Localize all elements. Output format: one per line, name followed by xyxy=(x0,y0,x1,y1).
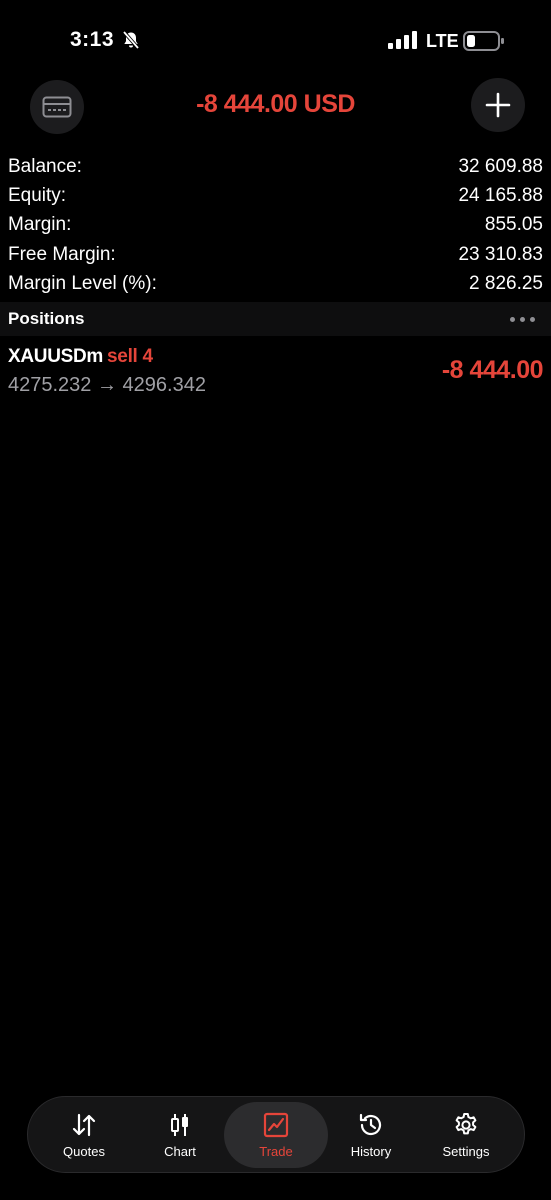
tab-trade-label: Trade xyxy=(259,1144,293,1159)
margin-label: Margin: xyxy=(8,214,72,236)
tab-quotes-label: Quotes xyxy=(63,1143,105,1159)
position-symbol-line: XAUUSDm sell 4 xyxy=(8,346,153,368)
positions-header: Positions xyxy=(0,302,551,336)
gear-icon xyxy=(455,1112,477,1134)
plus-icon xyxy=(485,92,511,118)
account-summary: Balance: 32 609.88 Equity: 24 165.88 Mar… xyxy=(8,152,543,299)
tab-history[interactable]: History xyxy=(323,1097,419,1172)
margin-level-row: Margin Level (%): 2 826.25 xyxy=(8,270,543,299)
tab-trade[interactable]: Trade xyxy=(224,1102,328,1168)
header: -8 444.00 USD xyxy=(0,78,551,138)
balance-label: Balance: xyxy=(8,155,82,177)
position-profit: -8 444.00 xyxy=(441,356,544,384)
bottom-tab-bar: Quotes Chart Trade History Settings xyxy=(27,1096,525,1173)
free-margin-value: 23 310.83 xyxy=(458,243,543,265)
total-profit: -8 444.00 USD xyxy=(196,90,355,118)
equity-value: 24 165.88 xyxy=(458,185,543,207)
equity-label: Equity: xyxy=(8,185,67,207)
position-symbol: XAUUSDm xyxy=(8,346,104,367)
position-row[interactable]: XAUUSDm sell 4 4275.232 → 4296.342 -8 444… xyxy=(0,340,551,404)
more-options-icon[interactable] xyxy=(510,316,535,322)
candlestick-icon xyxy=(171,1113,188,1136)
status-bar: 3:13 LTE xyxy=(0,0,551,80)
margin-row: Margin: 855.05 xyxy=(8,211,543,240)
positions-title: Positions xyxy=(8,309,85,328)
position-prices: 4275.232 → 4296.342 xyxy=(8,374,206,396)
tab-history-label: History xyxy=(350,1143,392,1159)
equity-row: Equity: 24 165.88 xyxy=(8,181,543,210)
free-margin-row: Free Margin: 23 310.83 xyxy=(8,240,543,269)
battery-icon xyxy=(463,31,504,51)
tab-chart-label: Chart xyxy=(164,1143,196,1159)
tab-settings-label: Settings xyxy=(442,1143,490,1159)
bell-muted-icon xyxy=(122,30,140,50)
tab-quotes[interactable]: Quotes xyxy=(36,1097,132,1172)
quotes-icon xyxy=(72,1113,96,1136)
balance-value: 32 609.88 xyxy=(458,155,543,177)
tab-chart[interactable]: Chart xyxy=(132,1097,228,1172)
position-side: sell 4 xyxy=(107,346,153,367)
new-order-button[interactable] xyxy=(471,78,525,132)
trade-icon xyxy=(263,1112,289,1138)
margin-level-value: 2 826.25 xyxy=(469,273,543,295)
network-label: LTE xyxy=(426,31,459,51)
status-time: 3:13 xyxy=(70,28,115,51)
tab-settings[interactable]: Settings xyxy=(418,1097,514,1172)
signal-icon xyxy=(388,31,417,49)
margin-value: 855.05 xyxy=(484,214,543,236)
history-icon xyxy=(359,1113,382,1135)
free-margin-label: Free Margin: xyxy=(8,243,116,265)
balance-row: Balance: 32 609.88 xyxy=(8,152,543,181)
margin-level-label: Margin Level (%): xyxy=(8,273,157,295)
